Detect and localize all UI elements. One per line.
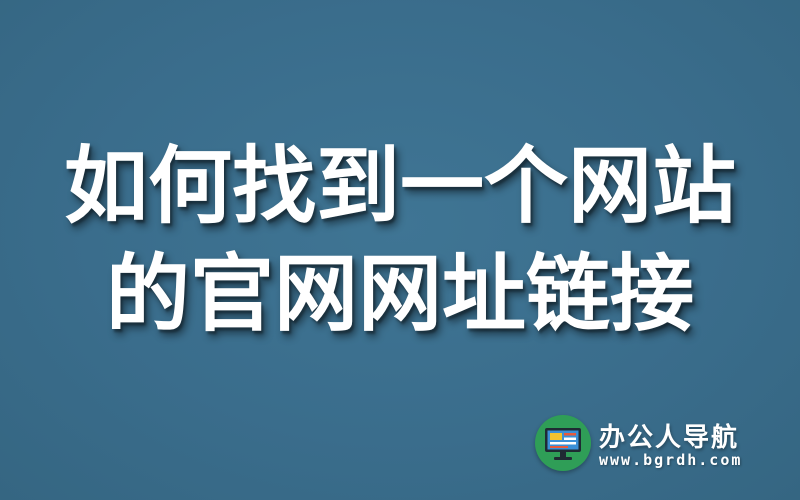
headline-line-1: 如何找到一个网站 <box>63 137 736 235</box>
headline-line-2: 的官网网址链接 <box>105 245 694 343</box>
brand-name: 办公人导航 <box>599 423 740 453</box>
monitor-icon <box>535 415 591 471</box>
headline: 如何找到一个网站 的官网网址链接 <box>0 132 800 348</box>
brand-logo: 办公人导航 www.bgrdh.com <box>535 413 775 473</box>
brand-url: www.bgrdh.com <box>599 451 743 469</box>
banner-background: 如何找到一个网站 的官网网址链接 办公人导航 www.bgrdh.com <box>0 0 800 500</box>
